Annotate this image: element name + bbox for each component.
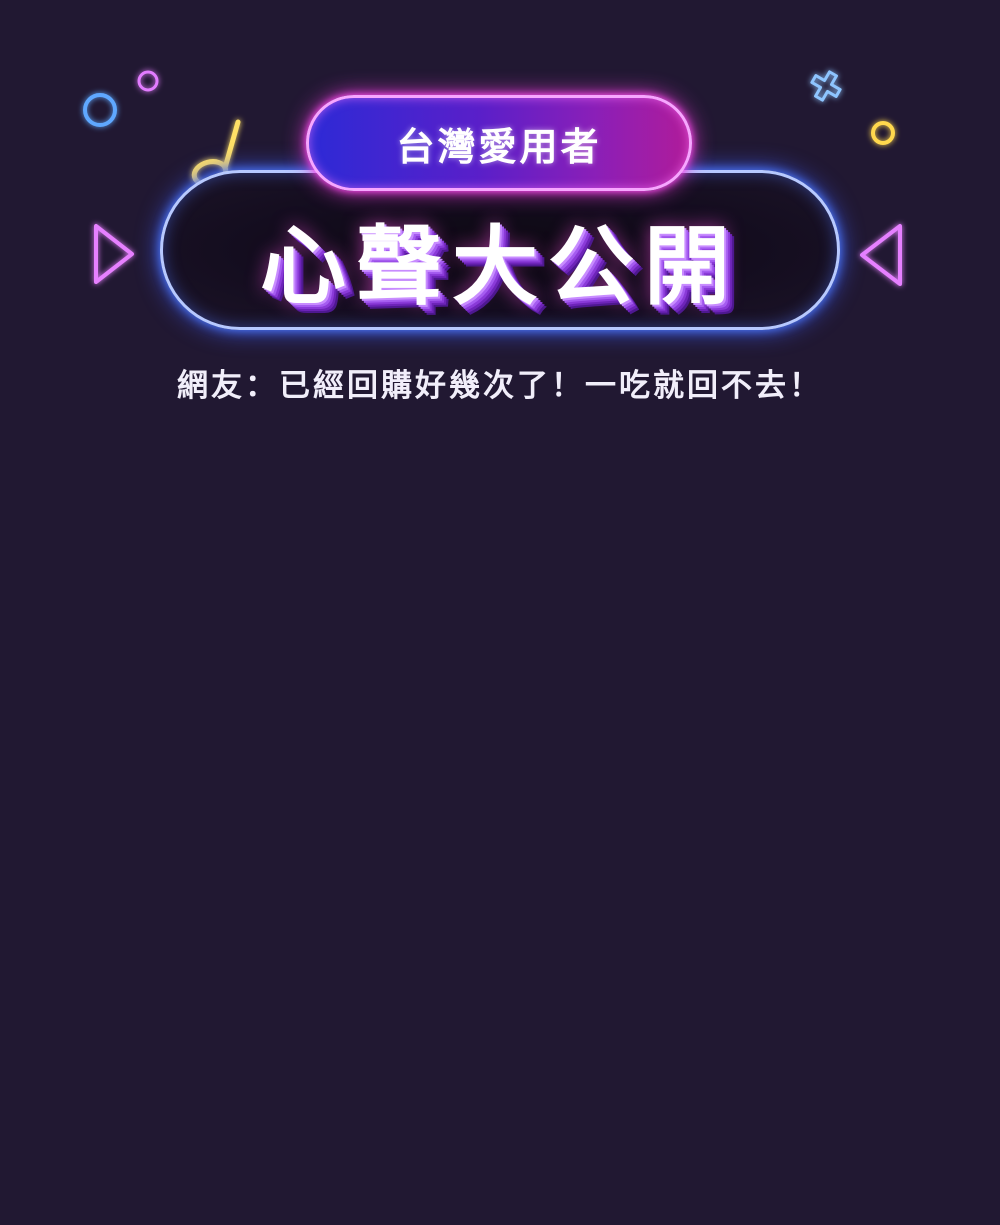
play-arrow-left-icon: [94, 224, 134, 284]
cross-icon: [810, 70, 842, 102]
banner: 心聲大公開 台灣愛用者 網友：已經回購好幾次了！一吃就回不去！: [0, 0, 1000, 1225]
blue-ring-icon: [83, 93, 117, 127]
yellow-ring-icon: [871, 121, 895, 145]
tag-label: 台灣愛用者: [396, 124, 602, 169]
purple-ring-icon: [137, 70, 159, 92]
tag-badge: 台灣愛用者: [306, 95, 692, 191]
play-arrow-right-icon: [860, 224, 902, 286]
subtitle: 網友：已經回購好幾次了！一吃就回不去！: [177, 368, 823, 404]
headline-text: 心聲大公開: [260, 217, 740, 317]
